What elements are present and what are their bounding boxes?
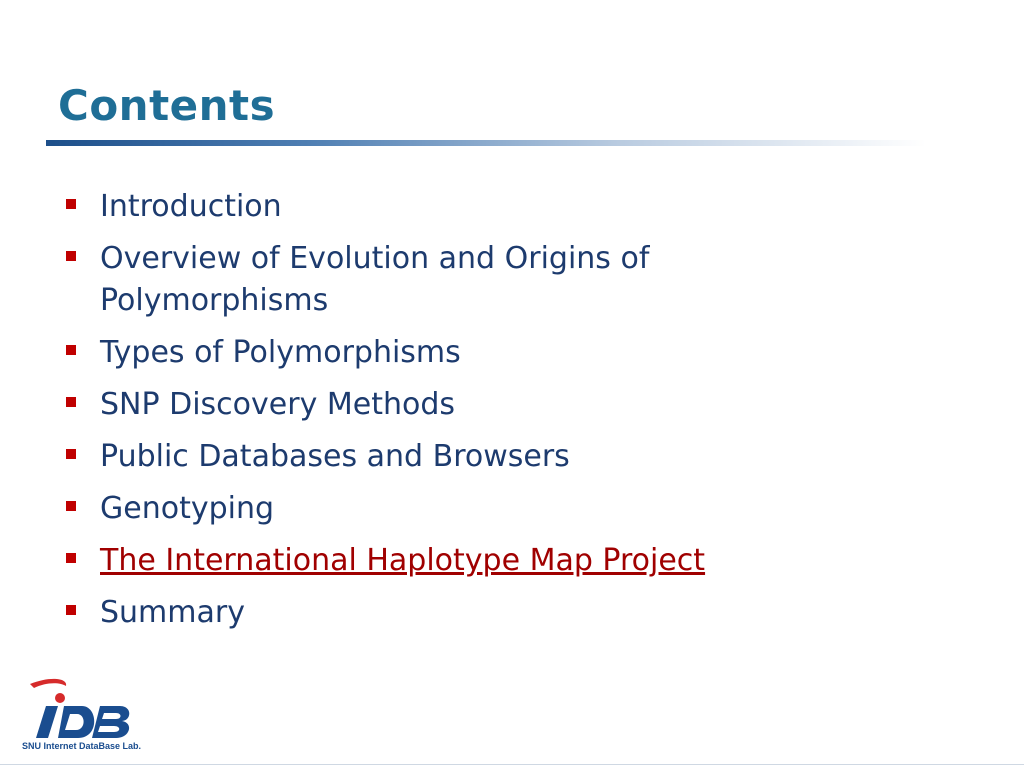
list-item-hapmap[interactable]: The International Haplotype Map Project bbox=[62, 540, 762, 582]
list-item-snp-discovery: SNP Discovery Methods bbox=[62, 384, 762, 426]
slide-title: Contents bbox=[58, 81, 276, 130]
list-item-label: Summary bbox=[100, 595, 245, 630]
list-item-label: SNP Discovery Methods bbox=[100, 387, 456, 422]
square-bullet-icon bbox=[66, 199, 76, 209]
list-item-label: Overview of Evolution and Origins of Pol… bbox=[100, 241, 650, 318]
square-bullet-icon bbox=[66, 397, 76, 407]
list-item-overview: Overview of Evolution and Origins of Pol… bbox=[62, 238, 762, 322]
list-item-label: Introduction bbox=[100, 189, 282, 224]
square-bullet-icon bbox=[66, 553, 76, 563]
list-item-label: Types of Polymorphisms bbox=[100, 335, 461, 370]
slide: Contents Introduction Overview of Evolut… bbox=[0, 0, 1024, 768]
list-item-genotyping: Genotyping bbox=[62, 488, 762, 530]
list-item-introduction: Introduction bbox=[62, 186, 762, 228]
square-bullet-icon bbox=[66, 449, 76, 459]
hapmap-link[interactable]: The International Haplotype Map Project bbox=[100, 540, 762, 582]
title-divider bbox=[46, 140, 926, 146]
square-bullet-icon bbox=[66, 605, 76, 615]
square-bullet-icon bbox=[66, 251, 76, 261]
contents-list: Introduction Overview of Evolution and O… bbox=[62, 186, 762, 644]
square-bullet-icon bbox=[66, 345, 76, 355]
list-item-label: Public Databases and Browsers bbox=[100, 439, 570, 474]
list-item-types: Types of Polymorphisms bbox=[62, 332, 762, 374]
footer-divider bbox=[0, 764, 1024, 765]
list-item-label: Genotyping bbox=[100, 491, 275, 526]
logo-caption: SNU Internet DataBase Lab. bbox=[22, 741, 142, 751]
square-bullet-icon bbox=[66, 501, 76, 511]
list-item-databases: Public Databases and Browsers bbox=[62, 436, 762, 478]
list-item-summary: Summary bbox=[62, 592, 762, 634]
